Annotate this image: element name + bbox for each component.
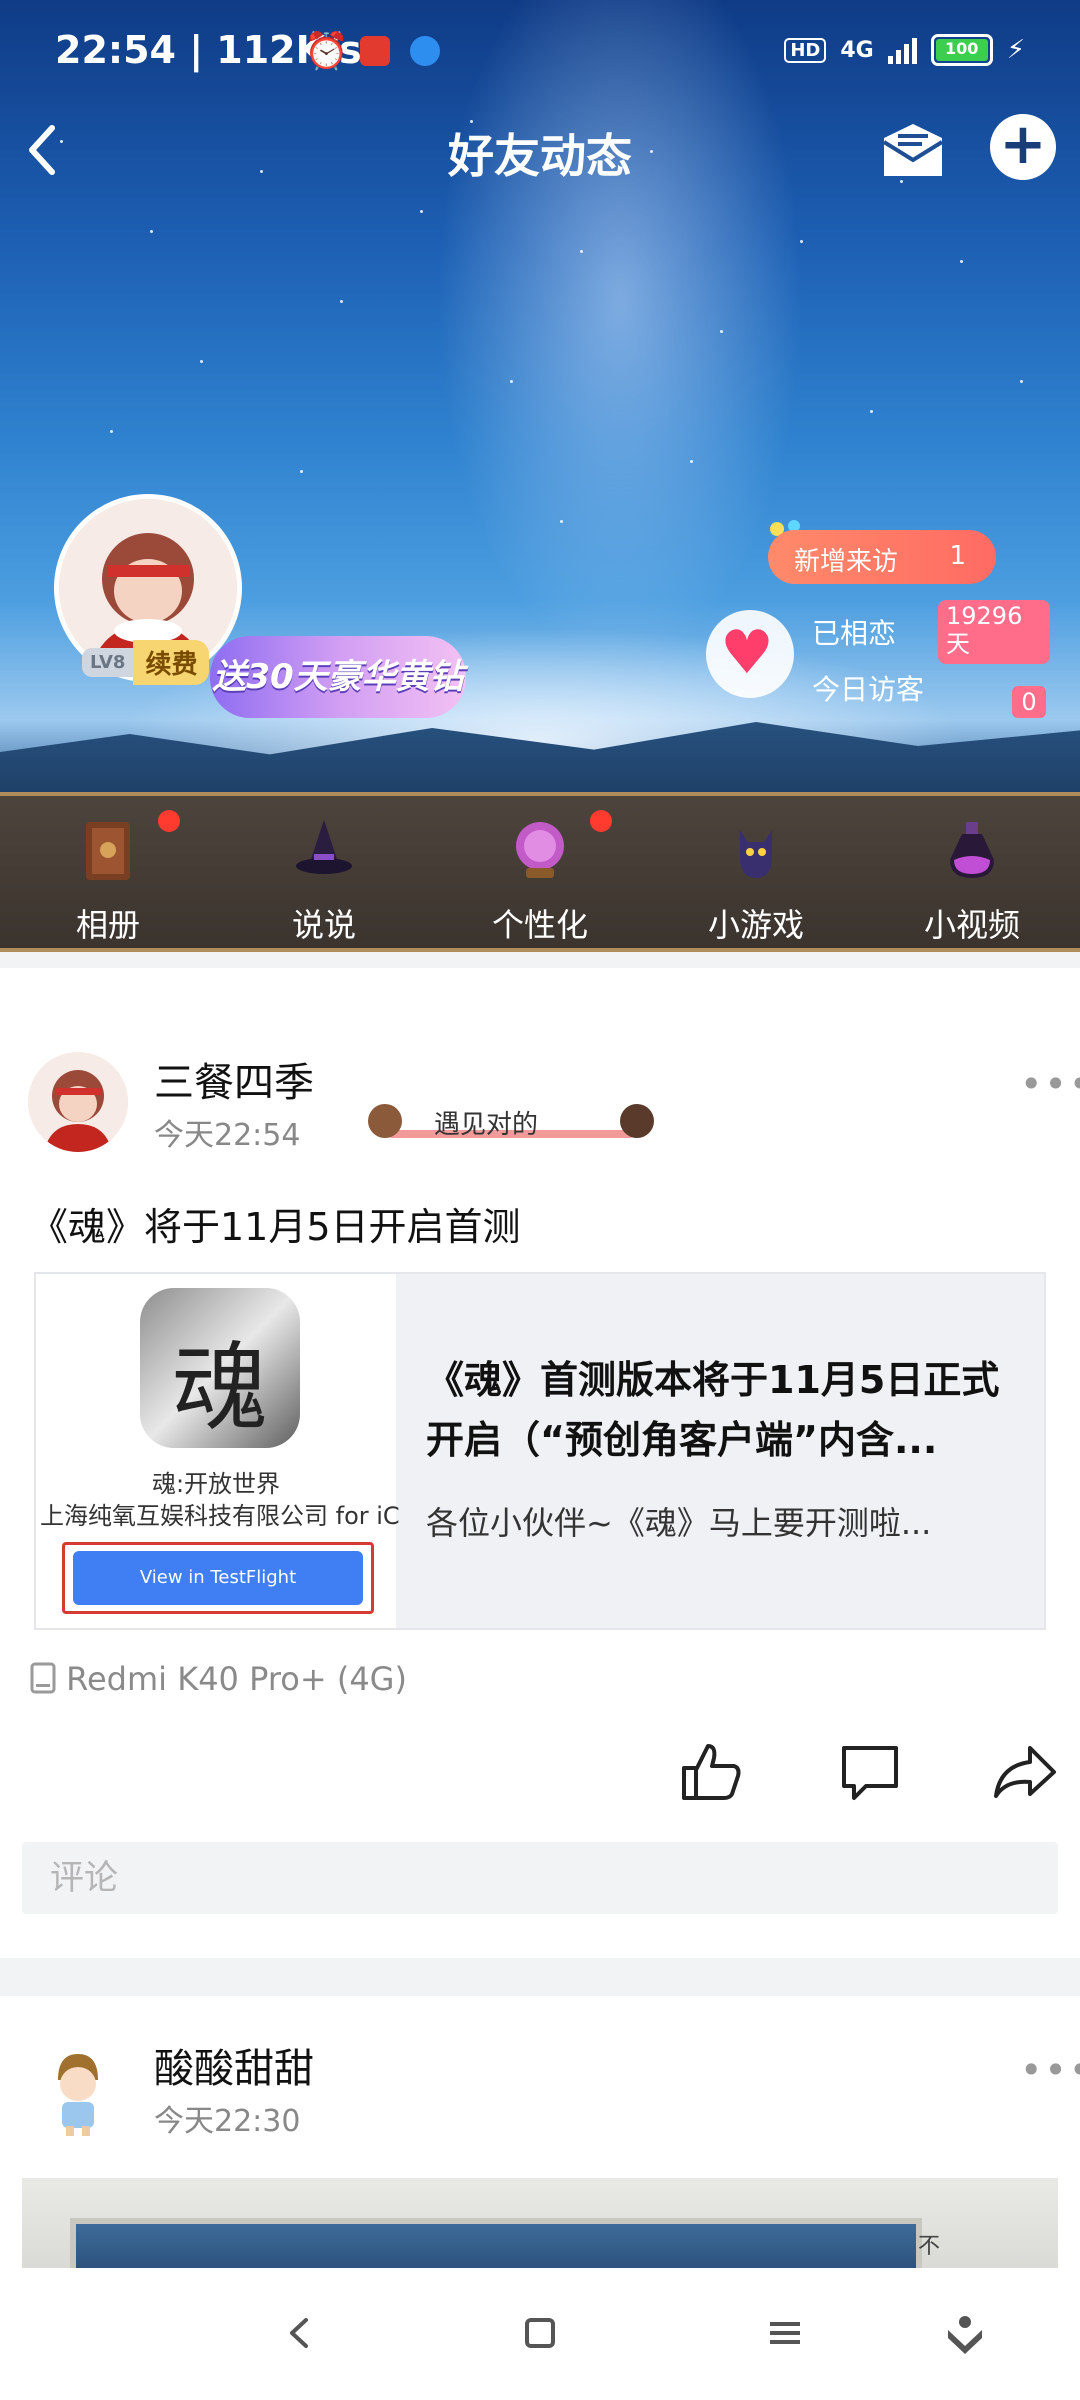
post-author-name[interactable]: 酸酸甜甜: [154, 2036, 314, 2094]
nav-back-icon: [290, 2318, 308, 2348]
menu-item-personalize[interactable]: 个性化: [432, 796, 648, 956]
crystal-ball-icon: [516, 822, 564, 878]
phone-icon: [30, 1662, 56, 1694]
messages-button[interactable]: [880, 118, 946, 184]
alarm-icon: ⏰: [304, 31, 349, 72]
comment-input[interactable]: 评论: [22, 1842, 1058, 1914]
album-book-icon: [86, 822, 130, 880]
avatar-illustration: [28, 2040, 128, 2140]
system-nav-bar: [0, 2268, 1080, 2400]
post-author-name[interactable]: 三餐四季: [154, 1050, 314, 1108]
sticker-text: 遇见对的: [434, 1110, 539, 1140]
menu-item-album[interactable]: 相册: [0, 796, 216, 956]
highlight-frame: View in TestFlight: [62, 1542, 374, 1614]
nav-home-icon: [525, 2318, 555, 2348]
nav-menu-icon: [770, 2322, 800, 2344]
girl-icon: [620, 1104, 654, 1138]
menu-item-label: 小视频: [923, 906, 1020, 944]
notification-dot: [158, 810, 180, 832]
network-type: 4G: [840, 37, 874, 63]
witch-hat-icon: [296, 820, 352, 874]
app-icon: 魂: [140, 1288, 300, 1448]
thumbs-up-icon: [682, 1744, 741, 1800]
vip-badge[interactable]: LV8 续费: [82, 640, 210, 685]
device-info: Redmi K40 Pro+ (4G): [30, 1660, 407, 1698]
today-visitors-count: 0: [1012, 686, 1046, 718]
sticker-decoration: 遇见对的: [368, 1104, 654, 1146]
post-time: 今天22:30: [154, 2104, 301, 2139]
potion-icon: [950, 822, 994, 878]
news-app-icon: [360, 36, 390, 66]
ellipsis-icon: •••: [1020, 2048, 1080, 2092]
ellipsis-icon: •••: [1020, 1062, 1080, 1106]
device-name: Redmi K40 Pro+ (4G): [66, 1660, 407, 1698]
level-badge: LV8: [82, 648, 134, 677]
app-developer: 上海纯氧互娱科技有限公司 for iC: [40, 1502, 400, 1530]
signal-icon: [887, 36, 917, 64]
heart-icon: ♥: [720, 618, 774, 688]
notification-dot: [590, 810, 612, 832]
section-divider: [0, 952, 1080, 968]
mail-icon: [882, 124, 944, 176]
hd-icon: HD: [784, 37, 827, 63]
post-time: 今天22:54: [154, 1118, 301, 1153]
photo-side-text: 不: [918, 2234, 941, 2259]
menu-item-label: 小游戏: [707, 906, 804, 944]
new-visits-count: 1: [949, 541, 966, 571]
today-visitors-label: 今日访客: [812, 673, 925, 706]
menu-item-minigames[interactable]: 小游戏: [648, 796, 864, 956]
share-button[interactable]: [990, 1738, 1058, 1806]
avatar-illustration: [28, 1052, 128, 1152]
menu-item-label: 相册: [75, 906, 140, 944]
share-arrow-icon: [994, 1746, 1056, 1798]
testflight-button: View in TestFlight: [73, 1551, 363, 1605]
more-options-button[interactable]: •••: [1020, 2048, 1080, 2092]
app-icon-glyph: 魂: [172, 1332, 268, 1444]
boy-icon: [368, 1104, 402, 1138]
menu-item-shortvideo[interactable]: 小视频: [864, 796, 1080, 956]
link-title: 《魂》首测版本将于11月5日正式开启（“预创角客户端”内含...: [426, 1358, 1000, 1462]
nav-back-button[interactable]: [264, 2298, 334, 2368]
post-author-avatar[interactable]: [28, 1052, 128, 1152]
nav-assistant-button[interactable]: [930, 2298, 1000, 2368]
post-author-avatar[interactable]: [28, 2040, 128, 2140]
browser-app-icon: [410, 36, 440, 66]
section-divider: [0, 1958, 1080, 1996]
plus-icon: +: [999, 112, 1047, 177]
post-text: 《魂》将于11月5日开启首测: [30, 1205, 521, 1249]
comment-icon: [842, 1746, 898, 1800]
new-visits-label: 新增来访: [794, 547, 899, 577]
more-options-button[interactable]: •••: [1020, 1062, 1080, 1106]
status-bar: 22:54 | 112K/s ⏰ HD 4G 100 ⚡: [0, 0, 1080, 100]
feature-menu: 相册 说说 个性化 小游戏 小视频: [0, 792, 1080, 952]
menu-item-moments[interactable]: 说说: [216, 796, 432, 956]
assistant-icon: [948, 2316, 982, 2354]
menu-item-label: 说说: [291, 906, 356, 944]
link-thumbnail: 魂 魂:开放世界 上海纯氧互娱科技有限公司 for iC View in Tes…: [36, 1274, 400, 1628]
add-button[interactable]: +: [990, 114, 1056, 180]
love-days-badge: 19296天: [938, 600, 1050, 664]
menu-item-label: 个性化: [491, 906, 588, 944]
like-button[interactable]: [676, 1738, 744, 1806]
comment-button[interactable]: [836, 1738, 904, 1806]
love-heart[interactable]: ♥: [706, 610, 794, 698]
renew-button[interactable]: 续费: [133, 640, 210, 685]
nav-home-button[interactable]: [505, 2298, 575, 2368]
promo-banner[interactable]: 送30天豪华黄钻: [210, 636, 466, 718]
link-description: 各位小伙伴~《魂》马上要开测啦...: [426, 1504, 932, 1542]
shared-link-card[interactable]: 魂 魂:开放世界 上海纯氧互娱科技有限公司 for iC View in Tes…: [34, 1272, 1046, 1630]
top-bar: 好友动态 +: [0, 100, 1080, 200]
battery-icon: 100: [930, 34, 993, 66]
black-cat-icon: [740, 830, 772, 878]
new-visits-pill[interactable]: 新增来访 1: [768, 530, 996, 584]
app-name: 魂:开放世界: [151, 1470, 281, 1498]
nav-recents-button[interactable]: [750, 2298, 820, 2368]
love-label: 已相恋: [812, 617, 897, 650]
charging-icon: ⚡: [1006, 35, 1025, 65]
